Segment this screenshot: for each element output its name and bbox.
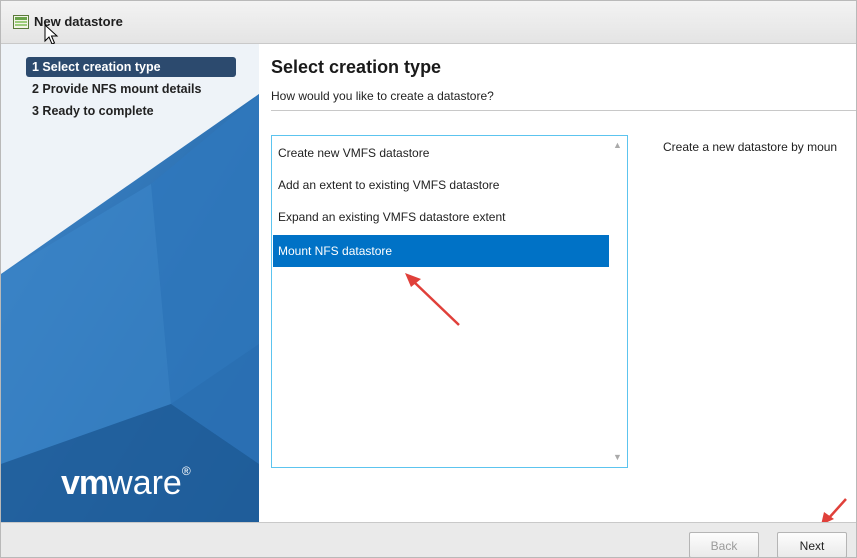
step-provide-nfs-mount-details[interactable]: 2 Provide NFS mount details <box>26 79 236 99</box>
logo-trademark: ® <box>181 464 191 478</box>
dialog-footer: Back Next <box>1 522 856 557</box>
back-button[interactable]: Back <box>689 532 759 557</box>
scroll-down-icon[interactable]: ▼ <box>609 449 626 466</box>
cursor-icon <box>44 24 59 45</box>
new-datastore-dialog: New datastore 1 Select creation type 2 P… <box>0 0 857 558</box>
logo-vm: vm <box>61 464 109 502</box>
page-title: Select creation type <box>271 57 442 77</box>
page-subtitle: How would you like to create a datastore… <box>271 89 494 103</box>
logo-ware: ware <box>108 464 182 502</box>
datastore-icon <box>13 15 29 29</box>
option-add-extent-vmfs[interactable]: Add an extent to existing VMFS datastore <box>273 169 609 201</box>
divider <box>271 110 856 111</box>
title-bar: New datastore <box>1 1 856 44</box>
wizard-content: Select creation type How would you like … <box>259 44 856 522</box>
wizard-sidebar: 1 Select creation type 2 Provide NFS mou… <box>1 44 259 522</box>
option-mount-nfs[interactable]: Mount NFS datastore <box>273 235 609 267</box>
annotation-arrow-icon <box>405 273 460 326</box>
option-description: Create a new datastore by moun <box>663 140 838 154</box>
step-select-creation-type[interactable]: 1 Select creation type <box>26 57 236 77</box>
option-create-new-vmfs[interactable]: Create new VMFS datastore <box>273 137 609 169</box>
option-expand-vmfs-extent[interactable]: Expand an existing VMFS datastore extent <box>273 201 609 233</box>
next-button[interactable]: Next <box>777 532 847 557</box>
list-scrollbar[interactable]: ▲ ▼ <box>609 137 626 466</box>
step-ready-to-complete[interactable]: 3 Ready to complete <box>26 101 236 121</box>
scroll-up-icon[interactable]: ▲ <box>609 137 626 154</box>
vmware-logo: vmware® <box>61 464 191 503</box>
